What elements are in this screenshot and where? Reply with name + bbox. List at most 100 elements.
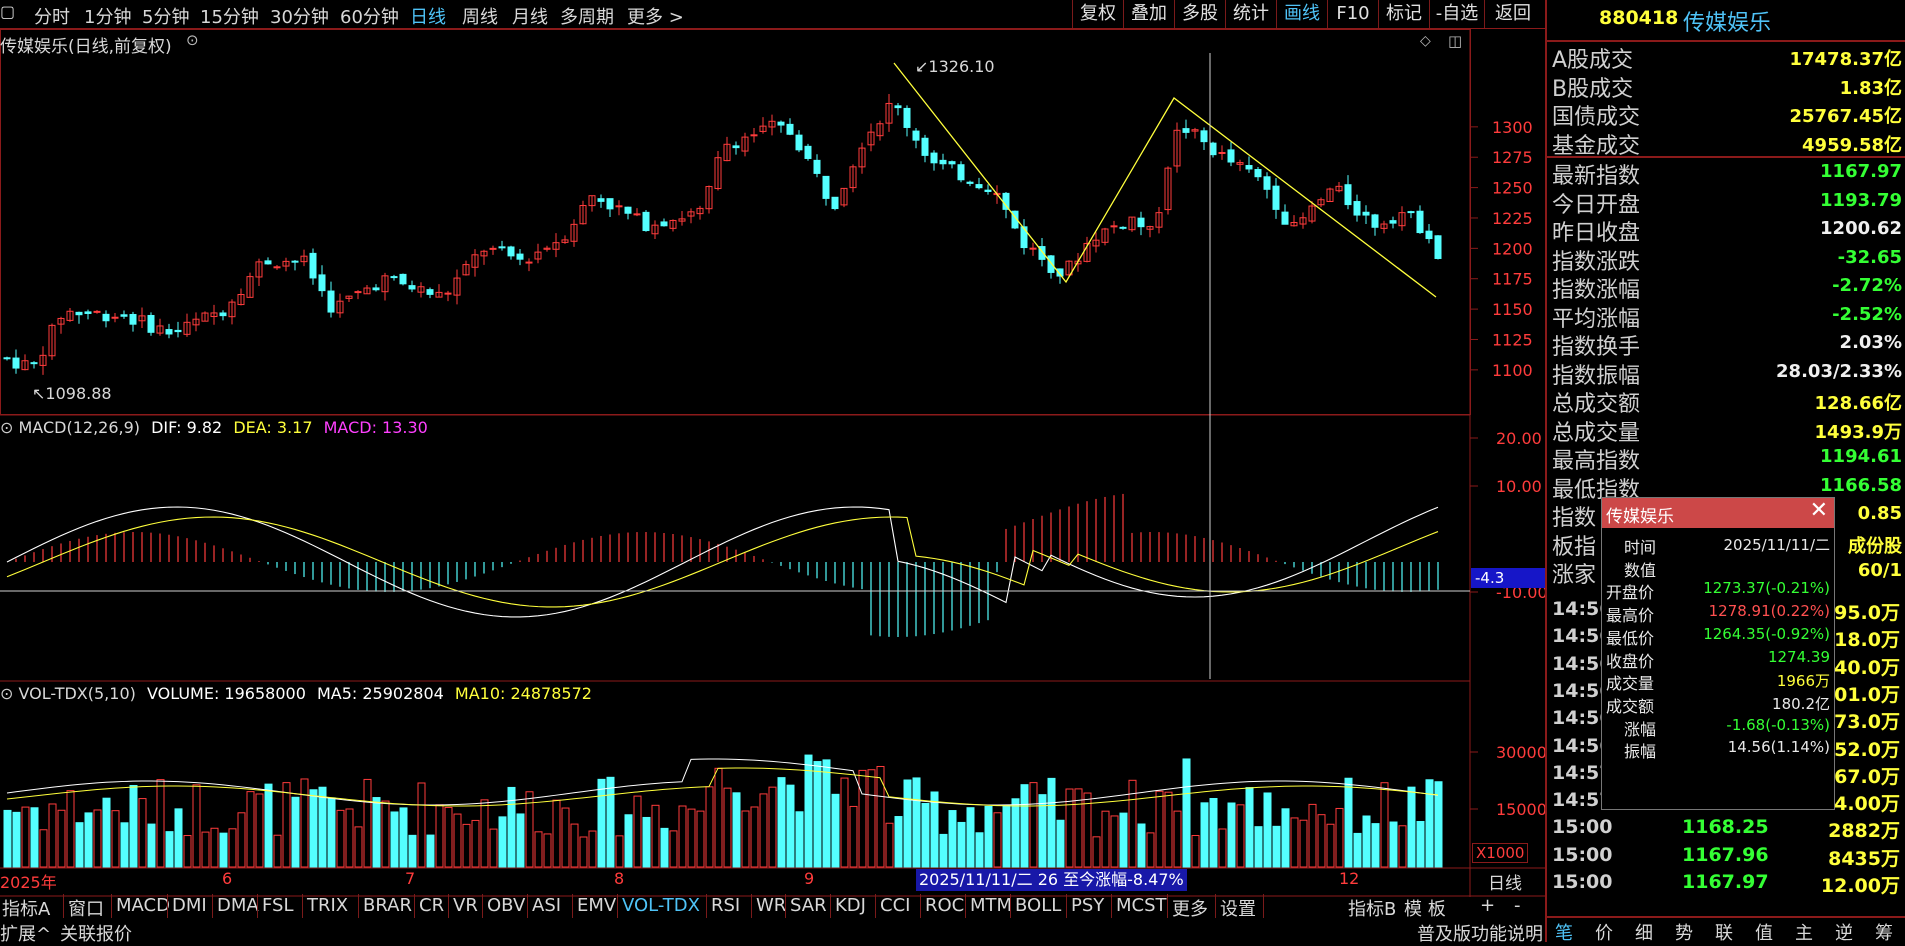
candle-body [219, 312, 227, 317]
indicator-tab[interactable]: PSY [1071, 895, 1104, 916]
panel-tab[interactable]: 联 [1715, 919, 1733, 945]
tab-5min[interactable]: 5分钟 [142, 3, 189, 29]
vol-collapse-icon[interactable]: ⊙ [0, 684, 13, 703]
chart-area[interactable]: 1300 1275 1250 1225 1200 1175 1150 1125 1100 20.… [0, 29, 1545, 899]
indicator-tab[interactable]: FSL [262, 895, 294, 916]
tab-1min[interactable]: 1分钟 [84, 3, 131, 29]
overlay-button[interactable]: 叠加 [1123, 0, 1174, 28]
indicator-right-button[interactable]: 指标B [1348, 895, 1396, 921]
volume-bar [1200, 802, 1209, 868]
indicator-tab[interactable]: BOLL [1015, 895, 1061, 916]
stat-row: 指数涨幅 -2.72% [1552, 272, 1902, 303]
indicator-tab[interactable]: WR [756, 895, 786, 916]
volume-bar [228, 828, 237, 868]
panel-tab[interactable]: 主 [1795, 919, 1813, 945]
candle-body [732, 145, 740, 149]
statistics-button[interactable]: 统计 [1225, 0, 1276, 28]
indicator-tab[interactable]: VOL-TDX [622, 895, 700, 916]
diamond-icon[interactable]: ◇ [1420, 33, 1431, 49]
indicator-tab[interactable]: 指标A [2, 895, 50, 921]
multi-stock-button[interactable]: 多股 [1174, 0, 1225, 28]
macd-collapse-icon[interactable]: ⊙ [0, 418, 13, 437]
expand-button[interactable]: 扩展^ [0, 920, 51, 946]
chart-options-icon[interactable]: ⊙ [186, 31, 199, 49]
panel-tab[interactable]: 价 [1595, 919, 1613, 945]
indicator-tab[interactable]: CR [419, 895, 444, 916]
back-button[interactable]: 返回 [1484, 0, 1541, 28]
stat-row: 总成交量 1493.9万 [1552, 415, 1902, 446]
panel-tab[interactable]: 逆 [1835, 919, 1853, 945]
indicator-tab[interactable]: RSI [711, 895, 740, 916]
stat-row: 最低指数 1166.58 [1552, 472, 1902, 503]
f10-button[interactable]: F10 [1327, 0, 1378, 28]
stat-row: 最新指数 1167.97 [1552, 158, 1902, 189]
tab-30min[interactable]: 30分钟 [270, 3, 329, 29]
tab-fenshi[interactable]: 分时 [34, 3, 70, 29]
draw-line-button[interactable]: 画线 [1276, 0, 1327, 28]
indicator-tab[interactable]: BRAR [363, 895, 412, 916]
stat-label: 指数换手 [1552, 335, 1641, 360]
volume-bar [651, 804, 660, 868]
indicator-tab[interactable]: TRIX [307, 895, 348, 916]
indicator-right-button[interactable]: 模 板 [1404, 895, 1446, 921]
chart-svg[interactable]: 1300 1275 1250 1225 1200 1175 1150 1125 1100 20.… [0, 29, 1545, 899]
stat-label: 最高指数 [1552, 449, 1641, 474]
indicator-tab[interactable]: CCI [880, 895, 910, 916]
vol-axis: 30000 15000 [1470, 743, 1545, 819]
panel-tab[interactable]: 筹 [1875, 919, 1893, 945]
indicator-tab[interactable]: SAR [790, 895, 827, 916]
volume-bar [1380, 782, 1389, 868]
indicator-tab[interactable]: EMV [577, 895, 616, 916]
panel-tab[interactable]: 势 [1675, 919, 1693, 945]
candle-body [984, 189, 992, 192]
indicator-tab[interactable]: VR [453, 895, 478, 916]
indicator-tab[interactable]: 设置 [1220, 895, 1256, 921]
watchlist-button[interactable]: -自选 [1429, 0, 1484, 28]
close-icon[interactable]: ✕ [1810, 498, 1828, 523]
panel-tab[interactable]: 细 [1635, 919, 1653, 945]
volume-bar [66, 790, 75, 868]
tick-volume: 12.00万 [1820, 875, 1900, 897]
volume-bar [1353, 832, 1362, 868]
indicator-tab[interactable]: DMA [217, 895, 259, 916]
candle-body [948, 161, 956, 165]
help-link[interactable]: 普及版功能说明 [1417, 920, 1543, 946]
mark-button[interactable]: 标记 [1378, 0, 1429, 28]
panel-tab[interactable]: 值 [1755, 919, 1773, 945]
indicator-tab[interactable]: MCST [1116, 895, 1167, 916]
indicator-tab[interactable]: 窗口 [68, 895, 104, 921]
indicator-right-button[interactable]: - [1514, 895, 1521, 916]
vol-legend: ⊙ VOL-TDX(5,10) VOLUME: 19658000 MA5: 25… [0, 684, 592, 703]
candle-body [606, 198, 614, 210]
indicator-tab[interactable]: 更多 [1172, 895, 1208, 921]
indicator-tab[interactable]: DMI [172, 895, 207, 916]
indicator-separator [167, 894, 168, 918]
tab-15min[interactable]: 15分钟 [200, 3, 259, 29]
candle-body [489, 247, 497, 250]
indicator-tab[interactable]: ROC [925, 895, 964, 916]
indicator-right-button[interactable]: + [1480, 895, 1495, 916]
volume-bar [894, 816, 903, 868]
panel-toggle-icon[interactable]: ◫ [1448, 32, 1462, 50]
indicator-tab[interactable]: MACD [116, 895, 170, 916]
volume-bar [597, 778, 606, 868]
tab-monthly[interactable]: 月线 [512, 3, 548, 29]
tab-60min[interactable]: 60分钟 [340, 3, 399, 29]
volume-bar [840, 777, 849, 868]
tab-daily[interactable]: 日线 [410, 3, 446, 29]
indicator-tab[interactable]: MTM [970, 895, 1012, 916]
indicator-separator [482, 894, 483, 918]
indicator-tab[interactable]: KDJ [835, 895, 866, 916]
volume-bar [561, 807, 570, 868]
volume-bar [606, 776, 615, 868]
tab-weekly[interactable]: 周线 [462, 3, 498, 29]
tab-more[interactable]: 更多 > [627, 3, 684, 29]
window-toggle-icon[interactable]: ▢ [0, 2, 15, 21]
indicator-separator [1010, 894, 1011, 918]
related-quotes-button[interactable]: 关联报价 [60, 920, 132, 946]
fuquan-button[interactable]: 复权 [1072, 0, 1123, 28]
panel-tab[interactable]: 笔 [1555, 919, 1573, 945]
indicator-tab[interactable]: ASI [532, 895, 561, 916]
tab-multi-period[interactable]: 多周期 [560, 3, 614, 29]
indicator-tab[interactable]: OBV [487, 895, 525, 916]
